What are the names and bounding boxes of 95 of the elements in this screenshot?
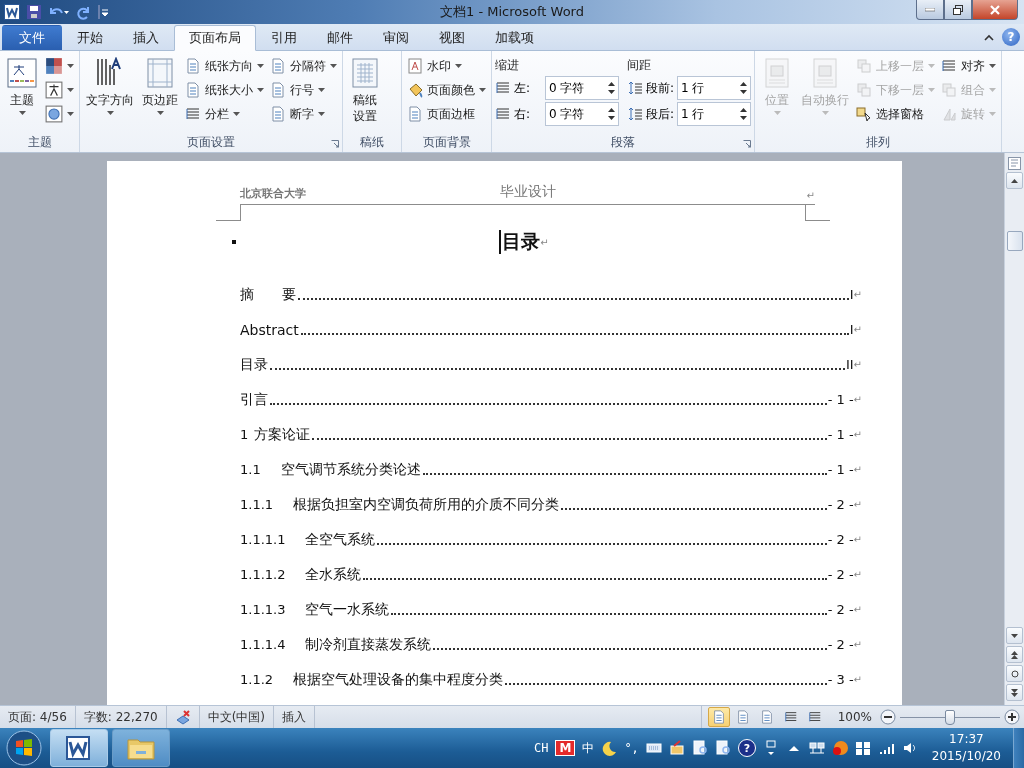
paragraph-mark: ↵ xyxy=(853,394,862,405)
field-label: 段后: xyxy=(646,105,675,123)
toc-number: 1.1.1.4 xyxy=(240,637,286,652)
paragraph-mark: ↵ xyxy=(853,429,862,440)
ribbon-tab[interactable]: 邮件 xyxy=(312,25,368,50)
paragraph-mark: ↵ xyxy=(853,534,862,545)
ribbon-button[interactable]: 断字 xyxy=(268,103,339,125)
group-subtitle: 间距 xyxy=(627,56,652,74)
field-label: 段前: xyxy=(646,79,675,97)
group-label: 段落 xyxy=(610,134,636,151)
ribbon-tab[interactable]: 引用 xyxy=(256,25,312,50)
toc-title: 制冷剂直接蒸发系统 xyxy=(305,635,432,654)
paragraph-mark: ↵ xyxy=(853,499,862,510)
toc-title: 空气一水系统 xyxy=(305,600,390,619)
toc-title: Abstract xyxy=(240,321,299,338)
group-label: 页面设置 xyxy=(186,134,236,151)
spin-field[interactable]: 0 字符 xyxy=(545,76,619,100)
ribbon-tab[interactable]: 视图 xyxy=(424,25,480,50)
field-label: 右: xyxy=(514,105,532,123)
ribbon-button[interactable]: 选择窗格 xyxy=(854,103,938,125)
toc-page-number: - 2 - xyxy=(827,602,854,617)
ribbon-button[interactable]: 文字方向 xyxy=(83,55,137,118)
toc-page-number: - 3 - xyxy=(827,672,854,687)
ribbon-tab[interactable]: 开始 xyxy=(62,25,118,50)
ribbon-button[interactable]: 纸张方向 xyxy=(183,55,266,77)
paragraph-mark: ↵ xyxy=(853,639,862,650)
spin-field[interactable]: 1 行 xyxy=(677,76,752,100)
toc-page-number: - 2 - xyxy=(827,567,854,582)
ribbon-button[interactable]: 主题 xyxy=(3,55,41,118)
toc-title: 引言 xyxy=(240,390,268,409)
ribbon-button[interactable]: 纸张大小 xyxy=(183,79,266,101)
toc-page-number: I xyxy=(849,322,854,337)
ribbon-button[interactable]: 行号 xyxy=(268,79,339,101)
group-label: 稿纸 xyxy=(360,134,384,151)
ribbon-tab[interactable]: 审阅 xyxy=(368,25,424,50)
ribbon-button[interactable]: 分栏 xyxy=(183,103,266,125)
group-subtitle: 缩进 xyxy=(495,56,520,74)
paragraph-mark: ↵ xyxy=(853,604,862,615)
toc-page-number: - 2 - xyxy=(827,532,854,547)
ribbon-button[interactable]: 水印 xyxy=(405,55,488,77)
clock-date[interactable]: 2015/10/20 xyxy=(931,748,1001,765)
toc-number: 1.1.2 xyxy=(240,672,274,687)
group-label: 页面背景 xyxy=(421,134,472,151)
spin-field[interactable]: 0 字符 xyxy=(545,102,619,126)
paragraph-mark: ↵ xyxy=(853,569,862,580)
toc-title: 全水系统 xyxy=(305,565,362,584)
toc-page-number: - 1 - xyxy=(827,427,854,442)
toc-title: 目录 xyxy=(240,355,268,374)
clock-time[interactable]: 17:37 xyxy=(949,731,984,748)
toc-title: 全空气系统 xyxy=(305,530,376,549)
toc-number: 1.1.1.2 xyxy=(240,567,286,582)
toc-page-number: - 2 - xyxy=(827,637,854,652)
paragraph-mark: ↵ xyxy=(540,236,549,248)
toc-number: 1 xyxy=(240,427,249,442)
toc-title: 根据负担室内空调负荷所用的介质不同分类 xyxy=(293,495,560,514)
field-label: 左: xyxy=(514,79,532,97)
ribbon-tab[interactable]: 加载项 xyxy=(480,25,549,50)
window-title: 文档1 - Microsoft Word xyxy=(439,3,585,21)
paragraph-mark: ↵ xyxy=(853,464,862,475)
group-label: 主题 xyxy=(26,134,53,151)
ribbon-button[interactable]: 页边距 xyxy=(139,55,181,118)
toc-number: 1.1.1 xyxy=(240,497,274,512)
toc-page-number: II xyxy=(845,357,854,372)
toc-title: 空气调节系统分类论述 xyxy=(280,460,421,479)
spin-field[interactable]: 1 行 xyxy=(677,102,752,126)
header-logo-text: 北京联合大学 xyxy=(240,186,307,201)
toc-page-number: - 2 - xyxy=(827,497,854,512)
ribbon-button[interactable]: 对齐 xyxy=(939,55,999,77)
toc-number: 1.1 xyxy=(240,462,261,477)
tray-text[interactable]: CH xyxy=(533,741,549,755)
toc-page-number: I xyxy=(849,287,854,302)
ribbon-button[interactable]: 页面边框 xyxy=(405,103,488,125)
group-label: 排列 xyxy=(865,134,892,151)
toc-number: 1.1.1.1 xyxy=(240,532,286,547)
tray-text[interactable]: °, xyxy=(624,741,639,755)
tray-logo[interactable]: M xyxy=(555,740,576,756)
ribbon-tab[interactable]: 插入 xyxy=(118,25,174,50)
toc-number: 1.1.1.3 xyxy=(240,602,286,617)
toc-title: 根据空气处理设备的集中程度分类 xyxy=(293,670,504,689)
paragraph-mark: ↵ xyxy=(806,190,815,201)
zoom-level[interactable]: 100% xyxy=(837,710,872,724)
help-tray-button[interactable]: ? xyxy=(737,739,756,757)
toc-page-number: - 1 - xyxy=(827,392,854,407)
paragraph-mark: ↵ xyxy=(853,674,862,685)
toc-page-number: - 1 - xyxy=(827,462,854,477)
ribbon-button[interactable]: 页面颜色 xyxy=(405,79,488,101)
tray-text[interactable]: 中 xyxy=(582,739,595,757)
toc-title: 摘 要 xyxy=(240,285,296,304)
toc-title: 方案论证 xyxy=(254,425,311,444)
ribbon-tab[interactable]: 页面布局 xyxy=(174,25,256,51)
ribbon-button[interactable]: 分隔符 xyxy=(268,55,339,77)
header-title: 毕业设计 xyxy=(499,183,556,201)
file-tab[interactable]: 文件 xyxy=(2,25,62,50)
toc-heading: 目录 xyxy=(502,229,541,254)
ribbon-button[interactable]: 稿纸设置 xyxy=(346,55,384,127)
